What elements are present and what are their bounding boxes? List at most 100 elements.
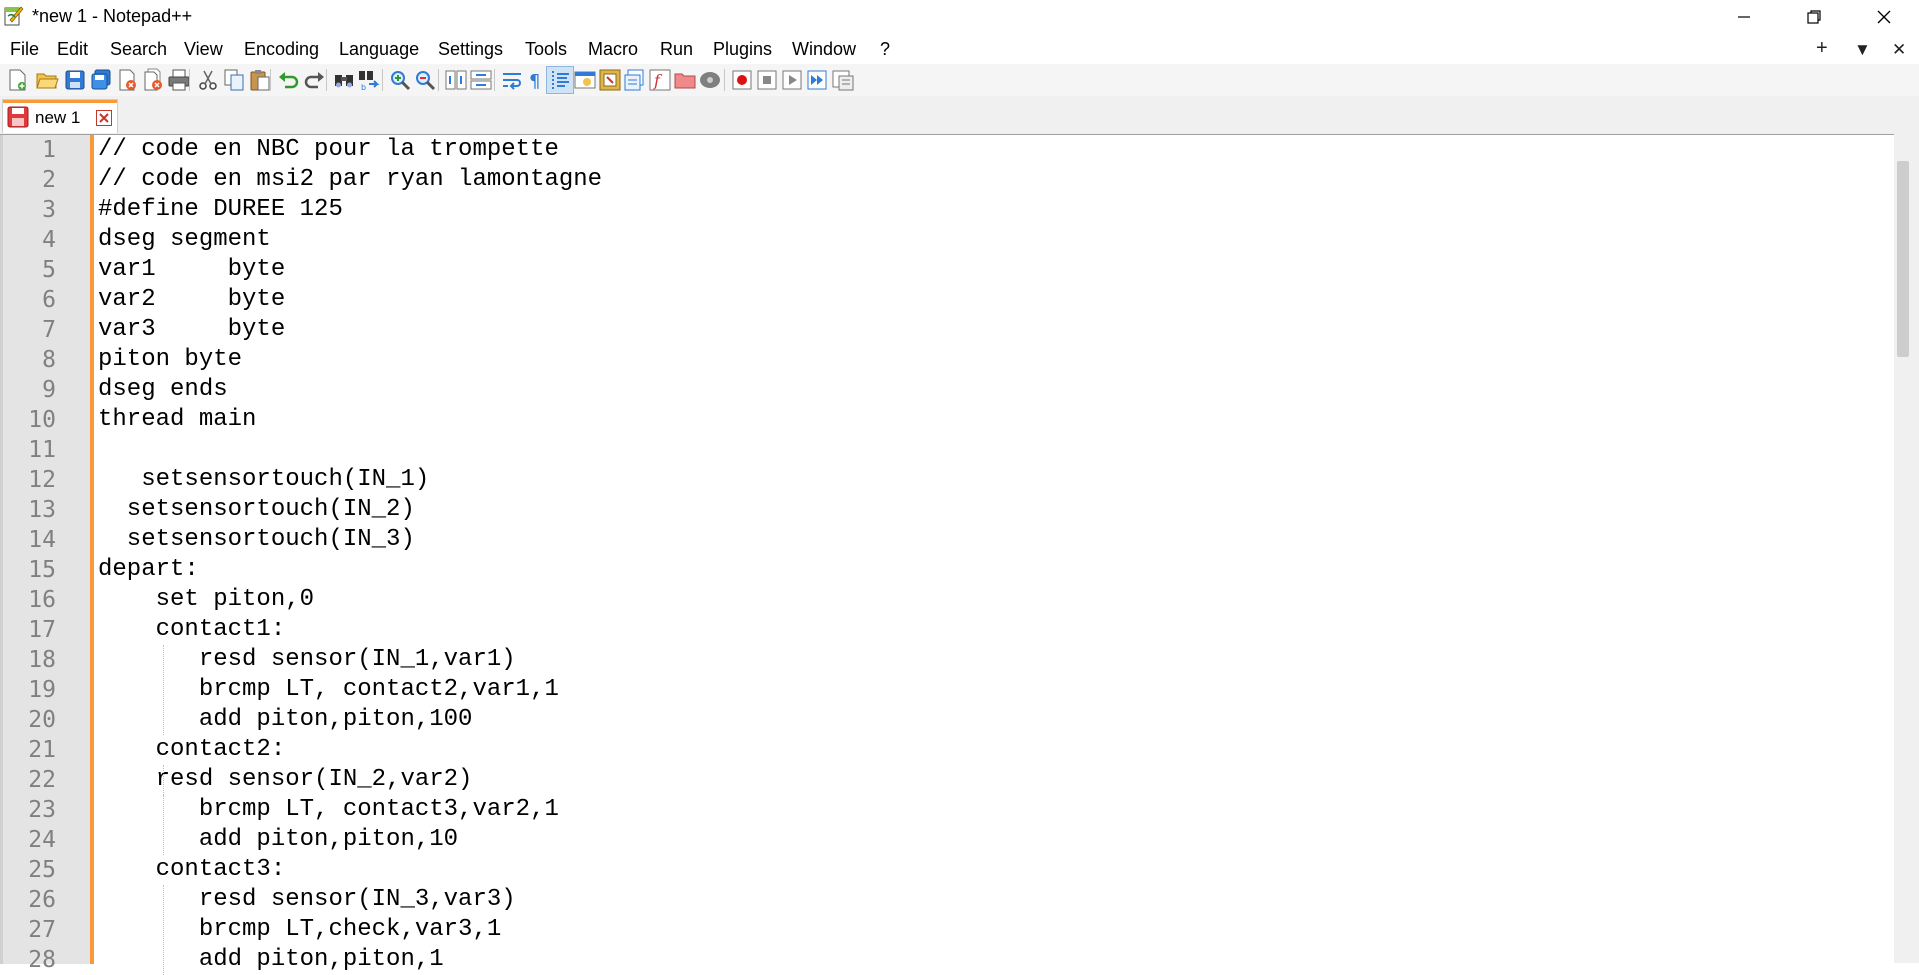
indent-guide-icon[interactable] [548, 68, 572, 92]
stop-record-icon[interactable] [755, 68, 779, 92]
word-wrap-icon[interactable] [500, 68, 524, 92]
sync-vertical-icon[interactable] [444, 68, 468, 92]
unsaved-file-icon [7, 106, 29, 128]
line-number: 18 [28, 647, 56, 673]
save-all-icon[interactable] [89, 68, 113, 92]
line-number: 19 [28, 677, 56, 703]
code-line[interactable]: brcmp LT,check,var3,1 [98, 915, 501, 945]
code-line[interactable]: var1 byte [98, 255, 285, 285]
window-title: *new 1 - Notepad++ [32, 6, 193, 26]
print-icon[interactable] [167, 68, 191, 92]
restore-icon [1807, 10, 1821, 24]
code-line[interactable]: var2 byte [98, 285, 285, 315]
paste-icon[interactable] [248, 68, 272, 92]
line-number: 1 [42, 137, 56, 163]
menu-settings[interactable]: Settings [438, 39, 503, 60]
code-line[interactable]: add piton,piton,100 [98, 705, 473, 735]
menu-plugins[interactable]: Plugins [713, 39, 772, 60]
code-line[interactable]: setsensortouch(IN_2) [98, 495, 415, 525]
save-macro-icon[interactable] [831, 68, 855, 92]
code-line[interactable]: resd sensor(IN_2,var2) [98, 765, 473, 795]
save-icon[interactable] [63, 68, 87, 92]
menu-search[interactable]: Search [110, 39, 167, 60]
menu-edit[interactable]: Edit [57, 39, 88, 60]
title-bar: *new 1 - Notepad++ [0, 0, 1919, 34]
editor-pane[interactable]: 1 // code en NBC pour la trompette 2 // cod… [0, 134, 1919, 975]
line-number: 13 [28, 497, 56, 523]
line-number: 7 [42, 317, 56, 343]
code-line[interactable]: resd sensor(IN_1,var1) [98, 645, 516, 675]
menu-run[interactable]: Run [660, 39, 693, 60]
code-line[interactable]: thread main [98, 405, 256, 435]
close-icon[interactable] [115, 68, 139, 92]
line-number: 3 [42, 197, 56, 223]
code-line[interactable]: brcmp LT, contact2,var1,1 [98, 675, 559, 705]
monitoring-icon[interactable] [698, 68, 722, 92]
doc-map-icon[interactable] [598, 68, 622, 92]
open-file-icon[interactable] [35, 68, 59, 92]
menu-encoding[interactable]: Encoding [244, 39, 319, 60]
code-line[interactable]: add piton,piton,10 [98, 825, 458, 855]
function-list-icon[interactable]: f [648, 68, 672, 92]
zoom-out-icon[interactable] [413, 68, 437, 92]
code-line[interactable]: contact1: [98, 615, 286, 645]
tab-list-button[interactable]: ▼ [1854, 40, 1871, 60]
new-file-icon[interactable] [5, 68, 29, 92]
code-line[interactable]: depart: [98, 555, 199, 585]
close-window-button[interactable] [1849, 0, 1919, 34]
change-history-margin [90, 135, 94, 964]
udl-icon[interactable] [573, 68, 597, 92]
cut-icon[interactable] [196, 68, 220, 92]
undo-icon[interactable] [277, 68, 301, 92]
toolbar-separator [270, 69, 271, 91]
doc-list-icon[interactable] [623, 68, 647, 92]
menu-window[interactable]: Window [792, 39, 856, 60]
restore-button[interactable] [1779, 0, 1849, 34]
code-line[interactable]: set piton,0 [98, 585, 314, 615]
code-line[interactable]: contact2: [98, 735, 286, 765]
code-line[interactable]: // code en NBC pour la trompette [98, 135, 559, 165]
replace-icon[interactable]: b [357, 68, 381, 92]
code-line[interactable]: // code en msi2 par ryan lamontagne [98, 165, 602, 195]
find-icon[interactable] [332, 68, 356, 92]
code-line[interactable]: dseg ends [98, 375, 228, 405]
menu-macro[interactable]: Macro [588, 39, 638, 60]
tab-close-icon[interactable] [96, 110, 112, 126]
new-tab-button[interactable]: + [1816, 37, 1828, 60]
code-line[interactable]: setsensortouch(IN_1) [98, 465, 429, 495]
record-macro-icon[interactable] [730, 68, 754, 92]
code-line[interactable]: dseg segment [98, 225, 271, 255]
indent-guide [163, 645, 165, 735]
menu-file[interactable]: File [10, 39, 39, 60]
code-line[interactable]: piton byte [98, 345, 242, 375]
sync-horizontal-icon[interactable] [469, 68, 493, 92]
scrollbar-thumb[interactable] [1897, 161, 1909, 357]
code-line[interactable]: setsensortouch(IN_3) [98, 525, 415, 555]
code-line[interactable]: #define DUREE 125 [98, 195, 343, 225]
line-number: 25 [28, 857, 56, 883]
menu-language[interactable]: Language [339, 39, 419, 60]
menu-view[interactable]: View [184, 39, 223, 60]
code-line[interactable]: add piton,piton,1 [98, 945, 444, 975]
code-line[interactable]: brcmp LT, contact3,var2,1 [98, 795, 559, 825]
run-macro-multiple-icon[interactable] [805, 68, 829, 92]
zoom-in-icon[interactable] [388, 68, 412, 92]
line-number: 10 [28, 407, 56, 433]
code-line[interactable]: var3 byte [98, 315, 285, 345]
minimize-button[interactable] [1709, 0, 1779, 34]
code-line[interactable]: contact3: [98, 855, 286, 885]
menu-help[interactable]: ? [880, 39, 890, 60]
folder-workspace-icon[interactable] [673, 68, 697, 92]
show-all-chars-icon[interactable]: ¶ [524, 68, 548, 92]
close-all-icon[interactable] [141, 68, 165, 92]
tab-new-1[interactable]: new 1 [2, 99, 118, 133]
copy-icon[interactable] [222, 68, 246, 92]
line-number: 4 [42, 227, 56, 253]
close-doc-button[interactable]: ✕ [1892, 40, 1906, 60]
indent-guide [163, 765, 165, 795]
code-line[interactable]: resd sensor(IN_3,var3) [98, 885, 516, 915]
redo-icon[interactable] [302, 68, 326, 92]
tab-label: new 1 [35, 108, 81, 127]
menu-tools[interactable]: Tools [525, 39, 567, 60]
play-macro-icon[interactable] [780, 68, 804, 92]
